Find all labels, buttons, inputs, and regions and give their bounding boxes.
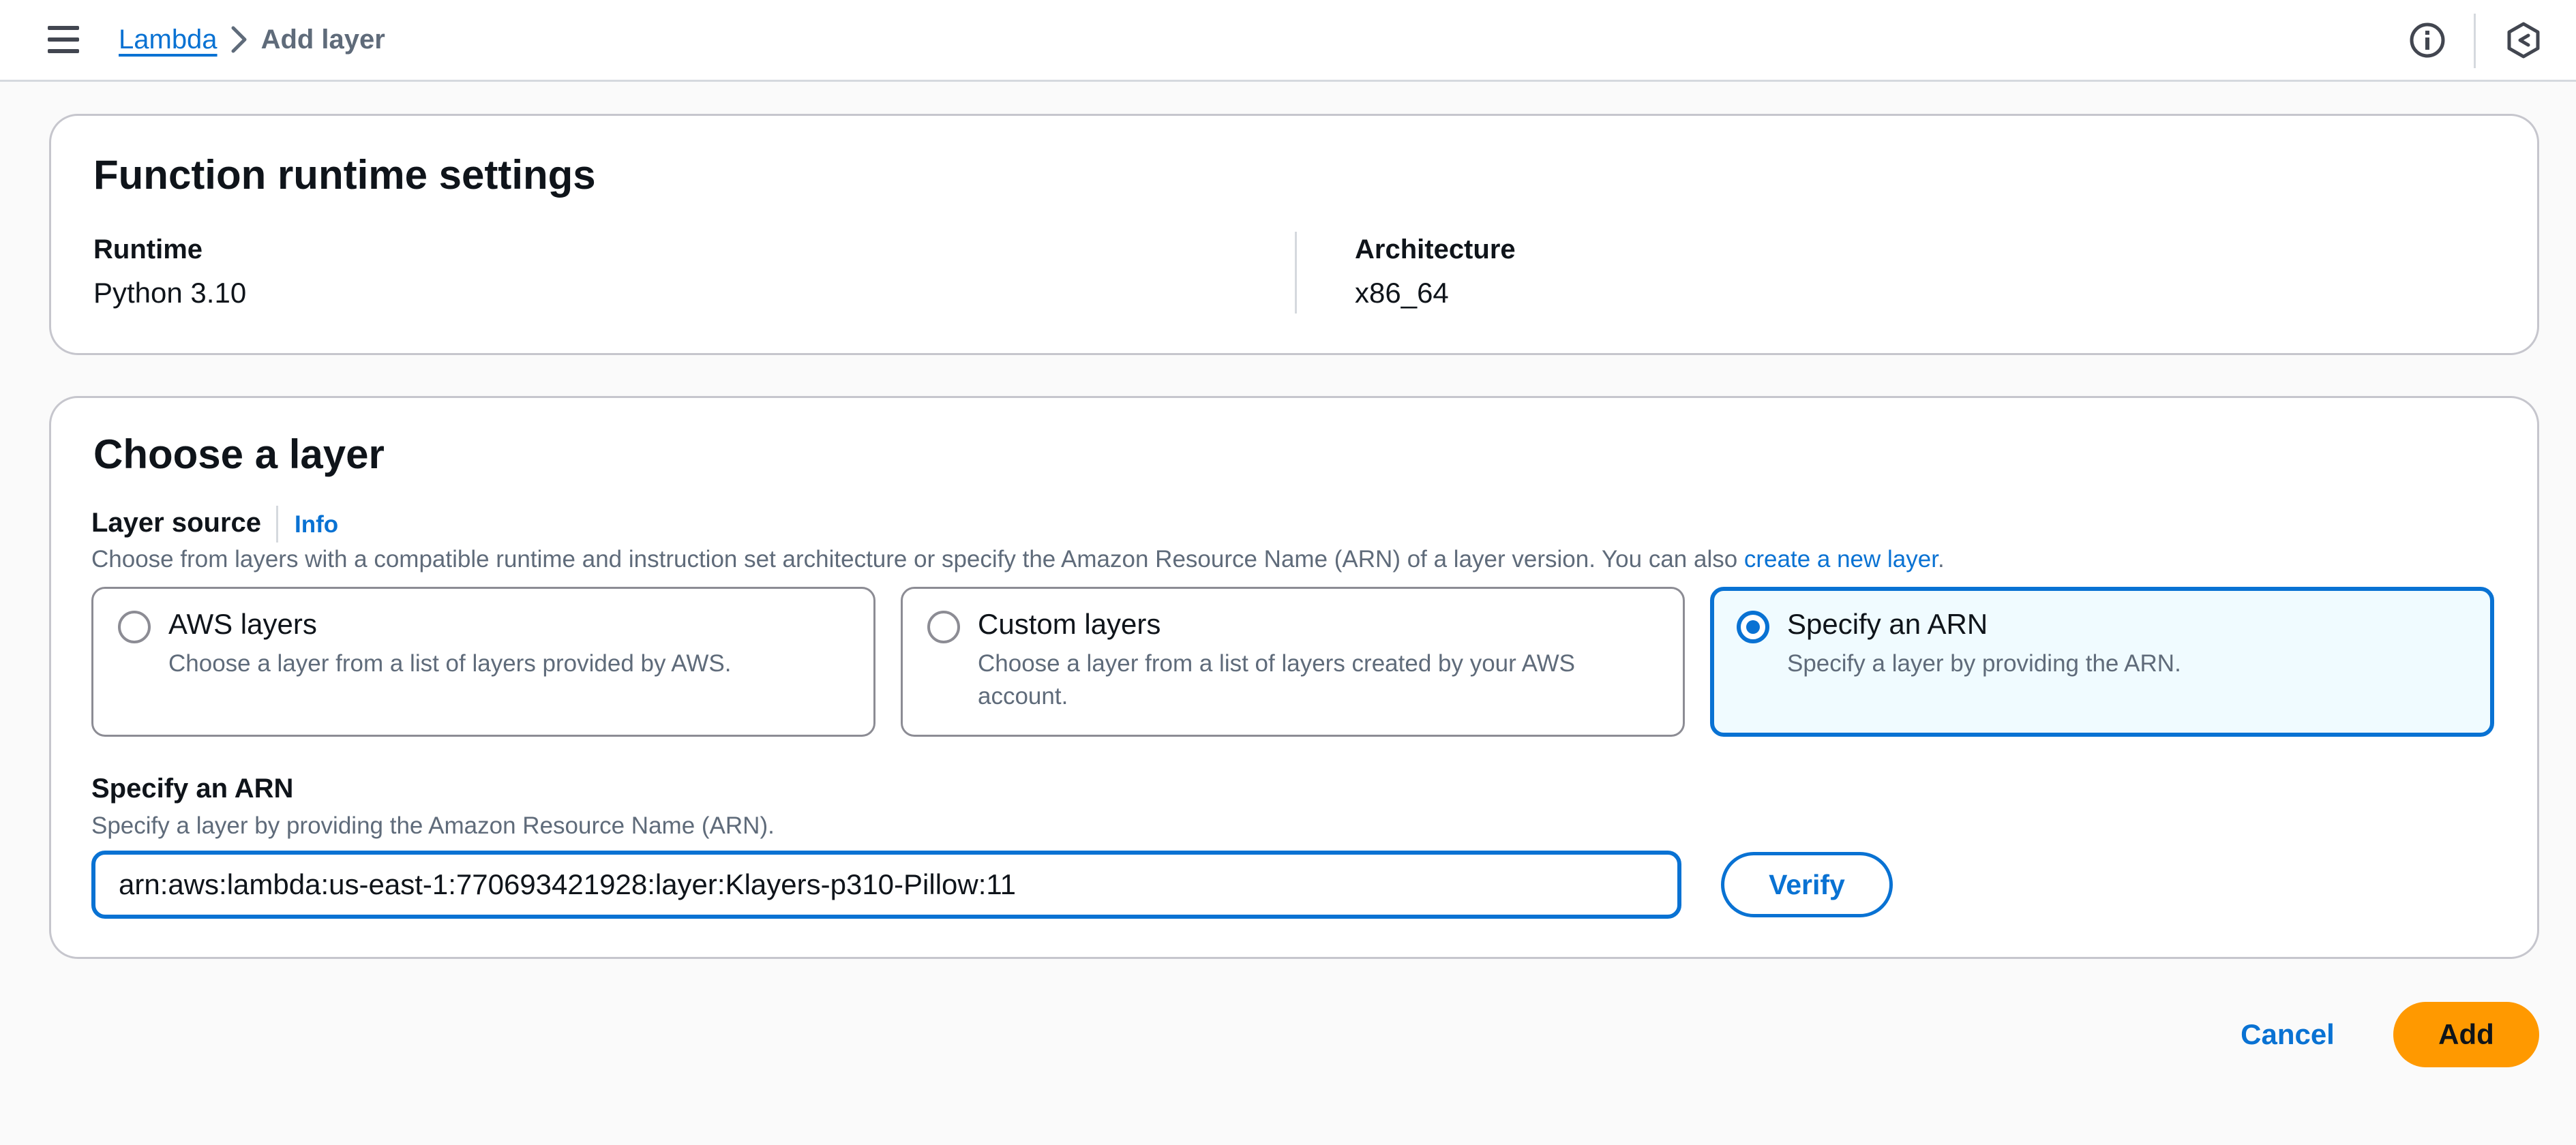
tile-title: Specify an ARN xyxy=(1787,608,1988,640)
layer-source-label: Layer source xyxy=(91,508,262,538)
cancel-button[interactable]: Cancel xyxy=(2223,1002,2352,1067)
tile-description: Choose a layer from a list of layers pro… xyxy=(168,650,732,677)
runtime-settings-title: Function runtime settings xyxy=(93,152,596,198)
tile-specify-arn[interactable]: Specify an ARN Specify a layer by provid… xyxy=(1710,587,2494,737)
tile-title: AWS layers xyxy=(168,608,317,640)
description-text: Choose from layers with a compatible run… xyxy=(91,546,1744,572)
choose-layer-title: Choose a layer xyxy=(93,431,385,477)
create-new-layer-link[interactable]: create a new layer xyxy=(1744,546,1938,572)
breadcrumb-lambda-link[interactable]: Lambda xyxy=(119,25,218,55)
architecture-value: x86_64 xyxy=(1355,277,1449,309)
runtime-label: Runtime xyxy=(93,234,203,264)
tile-aws-layers[interactable]: AWS layers Choose a layer from a list of… xyxy=(91,587,875,737)
arn-field-label: Specify an ARN xyxy=(91,774,294,804)
description-end: . xyxy=(1937,546,1945,572)
tile-title: Custom layers xyxy=(978,608,1161,640)
info-link[interactable]: Info xyxy=(295,511,338,538)
specify-arn-radio[interactable] xyxy=(1737,611,1769,643)
tile-description: Choose a layer from a list of layers cre… xyxy=(978,650,1576,709)
column-divider xyxy=(1295,232,1297,314)
runtime-settings-panel: Function runtime settings Runtime Python… xyxy=(49,114,2539,355)
custom-layers-radio[interactable] xyxy=(927,611,960,643)
hamburger-menu-icon[interactable] xyxy=(48,26,79,53)
nav-divider xyxy=(2474,14,2476,68)
arn-input[interactable] xyxy=(91,851,1681,919)
label-divider xyxy=(276,506,278,543)
tile-custom-layers[interactable]: Custom layers Choose a layer from a list… xyxy=(901,587,1685,737)
info-icon[interactable] xyxy=(2408,20,2447,60)
chevron-right-icon xyxy=(218,19,261,60)
breadcrumb-current: Add layer xyxy=(260,24,385,55)
add-button[interactable]: Add xyxy=(2393,1002,2539,1067)
verify-button[interactable]: Verify xyxy=(1721,852,1893,917)
aws-layers-radio[interactable] xyxy=(118,611,151,643)
architecture-label: Architecture xyxy=(1355,234,1516,264)
breadcrumb: Lambda Add layer xyxy=(119,19,385,60)
tile-description: Specify a layer by providing the ARN. xyxy=(1787,650,2181,677)
layer-source-description: Choose from layers with a compatible run… xyxy=(91,546,1945,573)
hexagon-icon[interactable] xyxy=(2504,20,2543,60)
top-navigation: Lambda Add layer xyxy=(0,0,2576,82)
arn-field-help: Specify a layer by providing the Amazon … xyxy=(91,812,775,839)
runtime-value: Python 3.10 xyxy=(93,277,247,309)
